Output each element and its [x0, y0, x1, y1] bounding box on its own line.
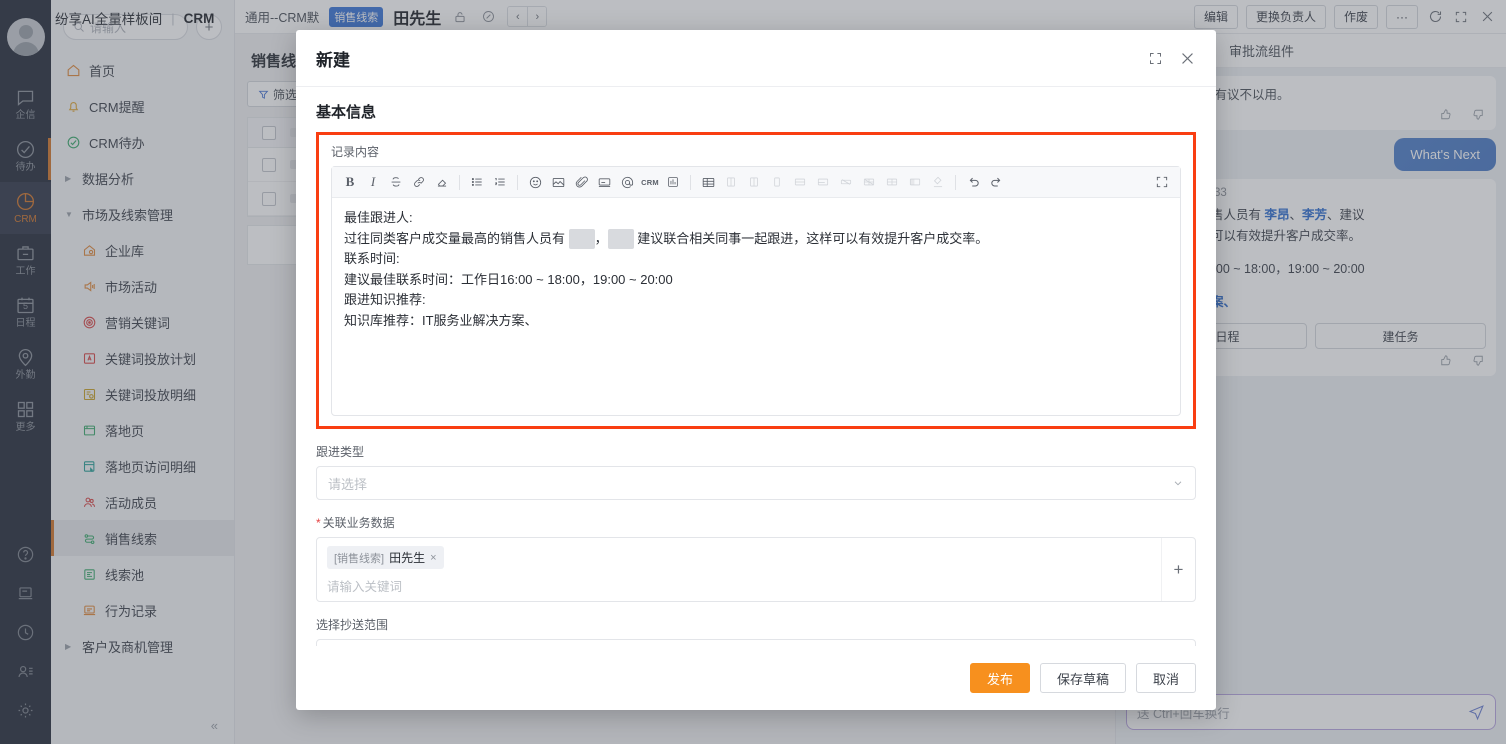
delete-col-icon	[767, 172, 787, 193]
tagbox-main: [销售线索] 田先生 × 请输入关键词	[317, 538, 1161, 601]
numbered-list-icon[interactable]	[490, 172, 510, 193]
fullscreen-icon[interactable]	[1152, 172, 1172, 193]
related-data-input[interactable]: [销售线索] 田先生 × 请输入关键词 +	[316, 537, 1196, 602]
cc-scope-box[interactable]: + 添加选项	[316, 639, 1196, 646]
undo-icon[interactable]	[963, 172, 983, 193]
clear-format-icon	[928, 172, 948, 193]
cell-bg-icon	[905, 172, 925, 193]
insert-col-right-icon	[744, 172, 764, 193]
split-cells-icon	[882, 172, 902, 193]
expand-icon[interactable]	[1148, 51, 1163, 66]
modal-footer: 发布 保存草稿 取消	[296, 646, 1216, 710]
related-data-placeholder: 请输入关键词	[327, 580, 403, 594]
emoji-icon[interactable]	[525, 172, 545, 193]
new-record-modal: 新建 基本信息 记录内容 B I CRM 最佳跟进人: 过往同类客户成交量最高的…	[296, 30, 1216, 710]
mention-icon[interactable]	[617, 172, 637, 193]
modal-title: 新建	[316, 50, 350, 70]
follow-type-select[interactable]: 请选择	[316, 466, 1196, 500]
redacted-name-1: 李昂	[568, 228, 595, 249]
selected-tag: [销售线索] 田先生 ×	[327, 546, 444, 569]
italic-icon[interactable]: I	[363, 172, 383, 193]
related-data-field: * 关联业务数据 [销售线索] 田先生 × 请输入关键词 +	[316, 514, 1196, 602]
toolbar-separator	[690, 174, 691, 190]
editor-line-3: 联系时间:	[344, 251, 400, 266]
toolbar-separator	[955, 174, 956, 190]
toolbar-separator	[459, 174, 460, 190]
modal-body: 基本信息 记录内容 B I CRM 最佳跟进人: 过往同类客户成交量最高的销售人…	[296, 87, 1216, 646]
line2-suffix: 建议联合相关同事一起跟进，这样可以有效提升客户成交率。	[633, 230, 989, 246]
editor-line-1: 最佳跟进人:	[344, 210, 413, 225]
crm-object-icon[interactable]: CRM	[640, 172, 660, 193]
bold-icon[interactable]: B	[340, 172, 360, 193]
editor-toolbar: B I CRM	[332, 167, 1180, 198]
delete-row-icon	[836, 172, 856, 193]
required-mark: *	[316, 516, 321, 530]
link-icon[interactable]	[409, 172, 429, 193]
related-data-label-text: 关联业务数据	[322, 516, 395, 530]
merge-cells-icon	[859, 172, 879, 193]
chart-icon[interactable]	[663, 172, 683, 193]
editor-line-5: 跟进知识推荐:	[344, 292, 426, 307]
app-root: 企信 待办 CRM 工作 5 日程 外勤 更多 请输入 + 首页 CRM提醒 C…	[0, 0, 1506, 744]
bullet-list-icon[interactable]	[467, 172, 487, 193]
publish-button[interactable]: 发布	[969, 663, 1030, 693]
modal-header-actions	[1148, 50, 1196, 67]
insert-col-left-icon	[721, 172, 741, 193]
record-content-label: 记录内容	[331, 145, 380, 159]
follow-type-placeholder: 请选择	[328, 476, 368, 492]
editor-line-4: 建议最佳联系时间：工作日16:00 ~ 18:00，19:00 ~ 20:00	[344, 271, 673, 287]
redacted-name-2: 李芳	[607, 228, 634, 249]
record-content-highlight: 记录内容 B I CRM 最佳跟进人: 过往同类客户成交量最高的销售人员有 ， …	[316, 132, 1196, 429]
rich-text-editor[interactable]: B I CRM 最佳跟进人: 过往同类客户成交量最高的销售人员有 ， 建议联合相…	[331, 166, 1181, 416]
section-title: 基本信息	[316, 104, 377, 121]
editor-content[interactable]: 最佳跟进人: 过往同类客户成交量最高的销售人员有 李昂，李芳 建议联合相关同事一…	[332, 198, 1180, 415]
follow-type-field: 跟进类型 请选择	[316, 443, 1196, 500]
cc-scope-label: 选择抄送范围	[316, 618, 389, 632]
close-icon[interactable]	[1179, 50, 1196, 67]
line2-prefix: 过往同类客户成交量最高的销售人员有	[344, 230, 569, 246]
eraser-icon[interactable]	[432, 172, 452, 193]
attachment-icon[interactable]	[571, 172, 591, 193]
insert-row-above-icon	[790, 172, 810, 193]
chevron-down-icon	[1172, 477, 1184, 489]
insert-row-below-icon	[813, 172, 833, 193]
line2-mid: ，	[594, 230, 608, 246]
table-icon[interactable]	[698, 172, 718, 193]
redo-icon[interactable]	[986, 172, 1006, 193]
editor-line-6: 知识库推荐：IT服务业解决方案、	[344, 312, 538, 328]
image-icon[interactable]	[548, 172, 568, 193]
editor-line-2: 过往同类客户成交量最高的销售人员有 李昂，李芳 建议联合相关同事一起跟进，这样可…	[344, 228, 1168, 249]
plus-icon[interactable]: +	[1161, 538, 1195, 601]
related-data-label: * 关联业务数据	[316, 514, 1196, 531]
cancel-button[interactable]: 取消	[1135, 663, 1196, 693]
toolbar-separator	[517, 174, 518, 190]
tag-prefix: [销售线索]	[334, 552, 385, 565]
remove-tag-button[interactable]: ×	[430, 552, 436, 564]
card-icon[interactable]	[594, 172, 614, 193]
strikethrough-icon[interactable]	[386, 172, 406, 193]
tag-value: 田先生	[389, 551, 426, 565]
modal-header: 新建	[296, 30, 1216, 87]
cc-scope-field: 选择抄送范围 + 添加选项	[316, 616, 1196, 646]
follow-type-label: 跟进类型	[316, 445, 365, 459]
save-draft-button[interactable]: 保存草稿	[1039, 663, 1126, 693]
